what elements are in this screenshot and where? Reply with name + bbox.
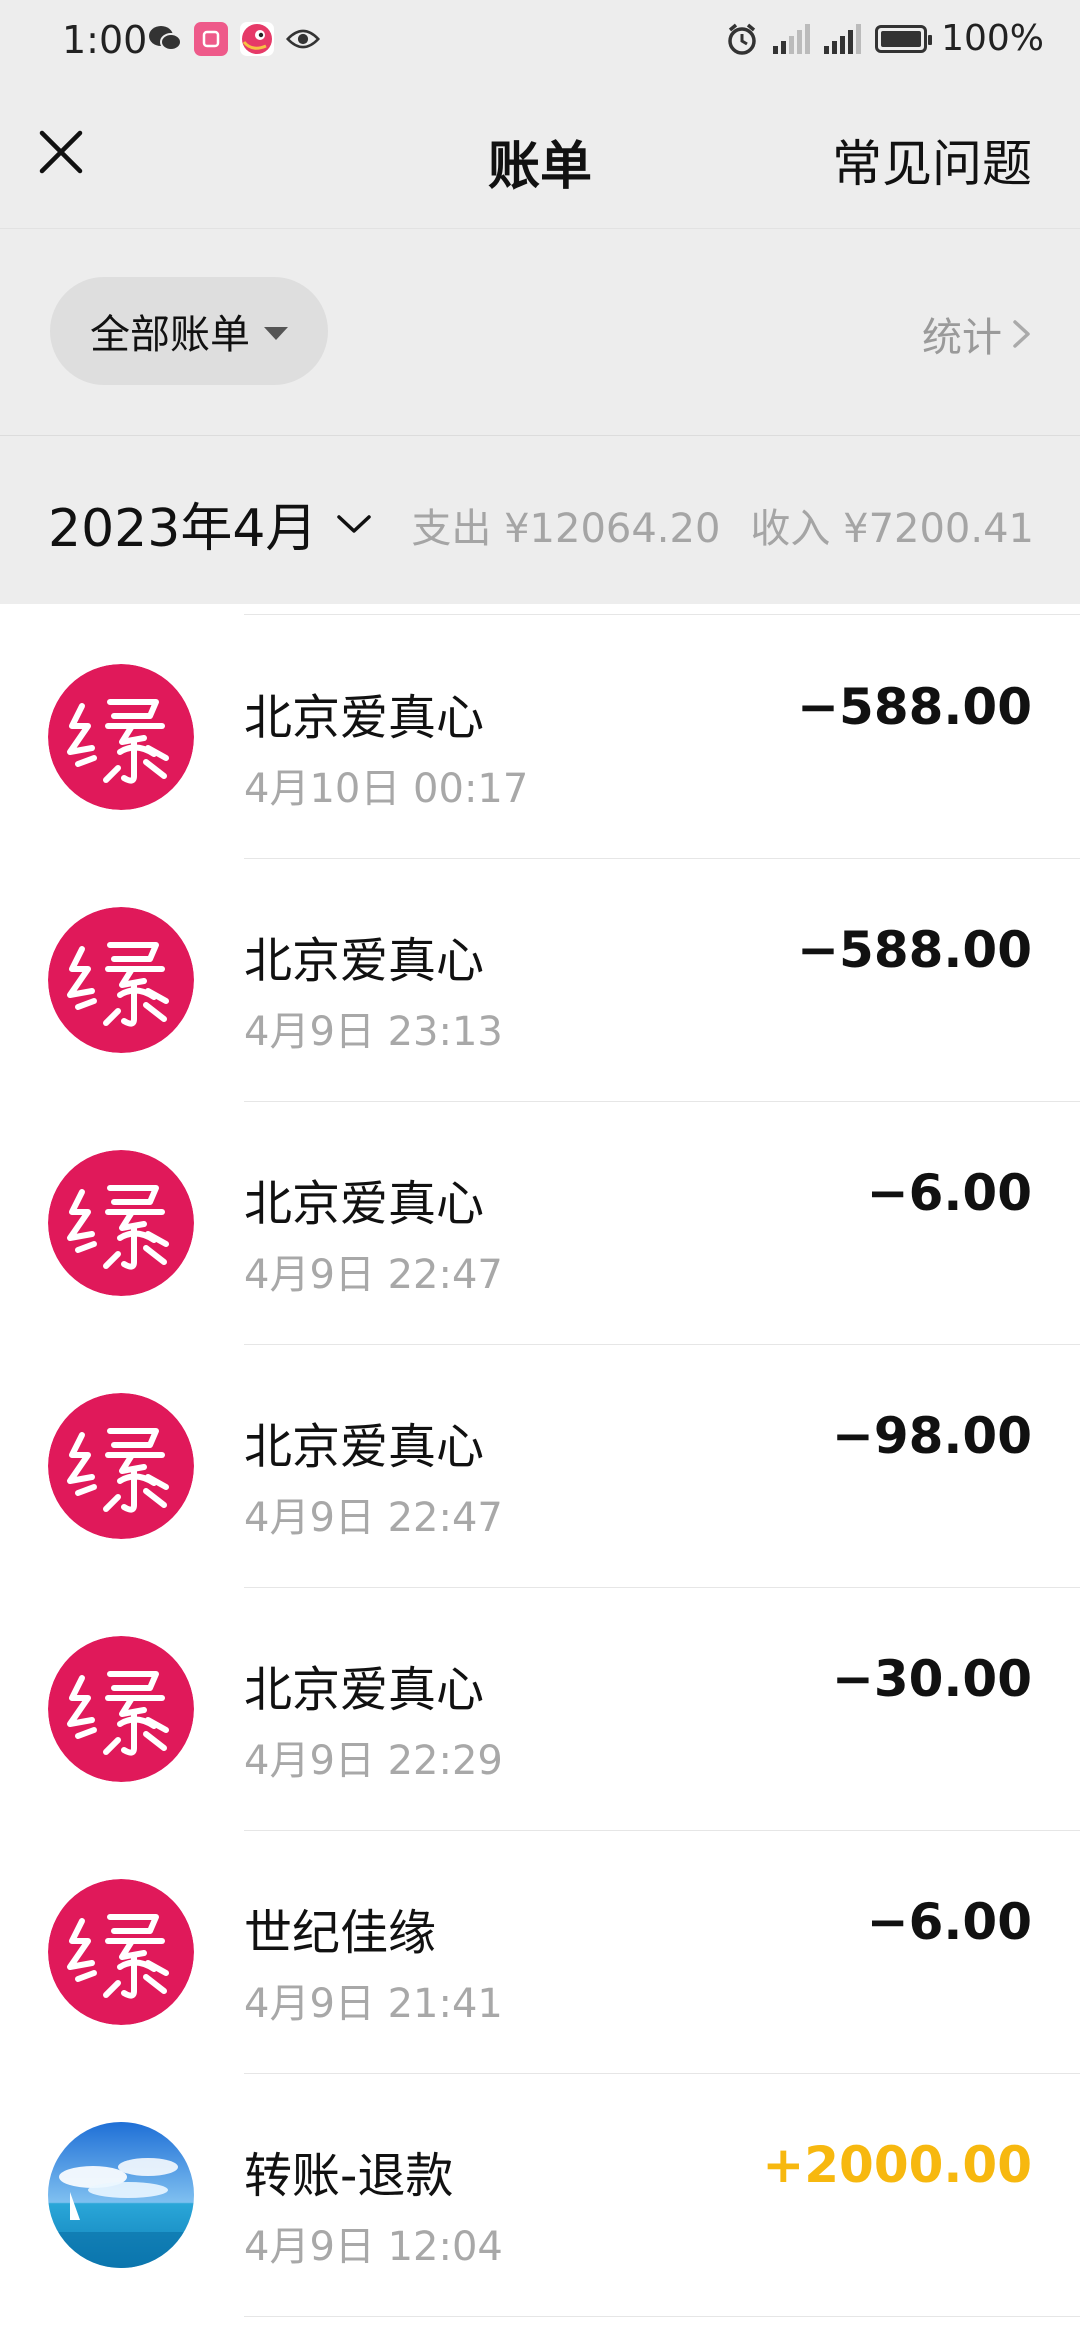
signal-4g-1-icon <box>773 23 811 54</box>
app-notification-icon <box>194 22 228 56</box>
month-totals: 支出 ¥12064.20 收入 ¥7200.41 <box>411 496 1034 554</box>
divider <box>244 2316 1080 2317</box>
close-button[interactable] <box>36 127 86 177</box>
transaction-title: 北京爱真心 <box>244 1662 485 1718</box>
yuan-app-icon <box>48 1636 194 1782</box>
sea-photo-avatar <box>48 2122 194 2268</box>
status-time: 1:00 <box>62 18 148 62</box>
wechat-icon <box>148 22 182 56</box>
caret-down-icon <box>264 326 288 340</box>
transaction-row[interactable]: 北京爱真心 4月9日 22:47 −6.00 <box>0 1102 1080 1345</box>
transaction-amount: −6.00 <box>866 1164 1032 1222</box>
transaction-title: 世纪佳缘 <box>244 1905 437 1961</box>
bird-app-icon <box>240 22 274 56</box>
transaction-time: 4月10日 00:17 <box>244 766 529 812</box>
nav-bar: 账单 常见问题 <box>0 82 1080 229</box>
chevron-right-icon <box>1013 320 1030 348</box>
yuan-app-icon <box>48 1879 194 2025</box>
transaction-amount: −6.00 <box>866 1893 1032 1951</box>
bill-filter-dropdown[interactable]: 全部账单 <box>50 277 328 385</box>
transaction-time: 4月9日 22:47 <box>244 1495 503 1541</box>
transaction-title: 北京爱真心 <box>244 1176 485 1232</box>
yuan-app-icon <box>48 1393 194 1539</box>
chevron-down-icon <box>337 514 372 533</box>
eye-icon <box>286 22 320 56</box>
transaction-time: 4月9日 22:29 <box>244 1738 503 1784</box>
signal-4g-2-icon <box>824 23 862 54</box>
divider <box>244 614 1080 615</box>
status-bar: 1:00 100% <box>0 0 1080 82</box>
transaction-title: 北京爱真心 <box>244 690 485 746</box>
month-label: 2023年4月 <box>48 499 318 559</box>
income-total: 收入 ¥7200.41 <box>750 506 1034 552</box>
bill-filter-label: 全部账单 <box>90 312 250 358</box>
transaction-title: 北京爱真心 <box>244 933 485 989</box>
statistics-link[interactable]: 统计 <box>922 305 1034 363</box>
transaction-amount: −98.00 <box>831 1407 1032 1465</box>
transaction-time: 4月9日 23:13 <box>244 1009 503 1055</box>
battery-percent: 100% <box>941 18 1044 59</box>
transaction-amount: +2000.00 <box>762 2136 1032 2194</box>
transaction-title: 转账-退款 <box>244 2148 454 2204</box>
battery-icon <box>875 24 933 53</box>
month-summary-bar: 2023年4月 支出 ¥12064.20 收入 ¥7200.41 <box>0 436 1080 604</box>
faq-link[interactable]: 常见问题 <box>832 124 1032 196</box>
transaction-time: 4月9日 21:41 <box>244 1981 503 2027</box>
transaction-amount: −30.00 <box>831 1650 1032 1708</box>
transaction-row[interactable]: 北京爱真心 4月9日 23:13 −588.00 <box>0 859 1080 1102</box>
alarm-icon <box>728 23 756 55</box>
transaction-row[interactable]: 北京爱真心 4月10日 00:17 −588.00 <box>0 616 1080 859</box>
yuan-app-icon <box>48 664 194 810</box>
notification-icons <box>148 22 320 56</box>
close-icon <box>39 130 83 174</box>
yuan-app-icon <box>48 1150 194 1296</box>
yuan-app-icon <box>48 907 194 1053</box>
system-icons: 100% <box>725 18 1044 59</box>
month-selector[interactable]: 2023年4月 <box>48 486 373 561</box>
transaction-row[interactable]: 转账-退款 4月9日 12:04 +2000.00 <box>0 2074 1080 2317</box>
transaction-time: 4月9日 22:47 <box>244 1252 503 1298</box>
transaction-amount: −588.00 <box>797 921 1032 979</box>
transaction-row[interactable]: 北京爱真心 4月9日 22:47 −98.00 <box>0 1345 1080 1588</box>
transaction-time: 4月9日 12:04 <box>244 2224 503 2270</box>
transaction-title: 北京爱真心 <box>244 1419 485 1475</box>
transaction-amount: −588.00 <box>797 678 1032 736</box>
transaction-row[interactable]: 北京爱真心 4月9日 22:29 −30.00 <box>0 1588 1080 1831</box>
expense-total: 支出 ¥12064.20 <box>411 506 721 552</box>
transaction-row[interactable]: 世纪佳缘 4月9日 21:41 −6.00 <box>0 1831 1080 2074</box>
statistics-label: 统计 <box>922 315 1002 361</box>
filter-bar: 全部账单 统计 <box>0 229 1080 436</box>
